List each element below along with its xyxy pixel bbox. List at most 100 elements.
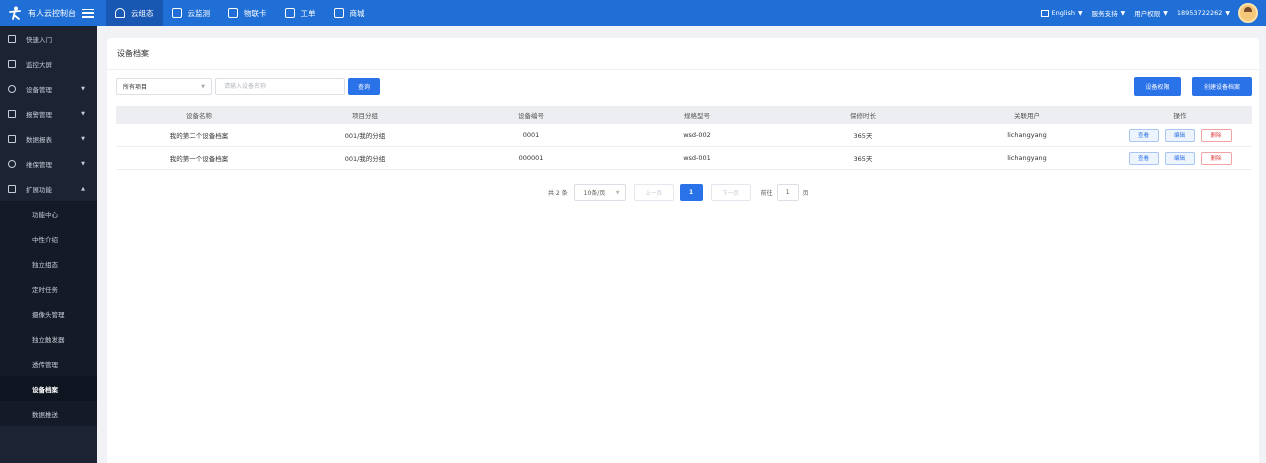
permissions-menu[interactable]: 用户权限 ▼ [1134,8,1168,19]
report-icon [8,134,16,143]
sidebar-item-maintenance[interactable]: 维保管理 ▼ [0,151,97,176]
sidebar-subitem-device-archive[interactable]: 设备档案 [0,376,97,401]
actions-cell: 查看 编辑 删除 [1108,128,1252,142]
nav-item-ticket[interactable]: 工单 [276,0,325,26]
query-button[interactable]: 查询 [348,78,380,95]
sidebar: 快速入门 监控大屏 设备管理 ▼ 报警管理 ▼ 数据报表 ▼ 维保管理 ▼ 扩展… [0,26,97,463]
device-name-search-input[interactable] [215,78,345,95]
sidebar-item-label: 快速入门 [26,35,52,44]
view-button[interactable]: 查看 [1128,151,1159,165]
nav-label: 云组态 [131,8,154,18]
nav-item-cloud-monitor[interactable]: 云监测 [163,0,220,26]
sim-card-icon [228,8,238,18]
page-number-current[interactable]: 1 [679,184,703,201]
column-header: 保修时长 [850,112,876,120]
chevron-down-icon: ▼ [81,160,85,167]
page-size-select[interactable]: 10条/页 ▼ [573,184,626,201]
home-icon [8,34,16,43]
monitor-icon [171,8,182,18]
account-menu[interactable]: 18953722262 ▼ [1177,9,1230,17]
brand[interactable]: 有人云控制台 [0,0,106,26]
column-header: 项目分组 [352,112,378,120]
top-bar: 有人云控制台 云组态 云监测 物联卡 工单 商城 English ▼ 服务支持 … [0,0,1266,26]
edit-button[interactable]: 编辑 [1164,151,1195,165]
device-archive-table: 设备名称 项目分组 设备编号 规格型号 保修时长 关联用户 操作 我的第二个设备… [116,106,1252,170]
sidebar-item-label: 设备管理 [26,85,52,94]
sidebar-item-label: 扩展功能 [26,185,52,194]
sidebar-subitem-data-push[interactable]: 数据推送 [0,401,97,426]
sidebar-subitem-camera-management[interactable]: 摄像头管理 [0,301,97,326]
cloud-icon [115,8,125,18]
avatar[interactable] [1238,3,1258,23]
user-cell: lichangyang [1007,131,1047,139]
language-label: English [1051,9,1075,17]
sidebar-item-big-screen[interactable]: 监控大屏 [0,51,97,76]
project-select-value: 所有项目 [123,84,148,91]
sidebar-subitem-neutral-intro[interactable]: 中性介绍 [0,226,97,251]
language-icon [1040,9,1049,17]
permissions-label: 用户权限 [1134,10,1161,18]
caret-down-icon: ▼ [1078,9,1083,17]
main-panel: 设备档案 所有项目 ▼ 查询 设备权限 创建设备档案 设备名称 项目分组 设备编… [107,38,1259,463]
caret-down-icon: ▼ [1225,9,1230,17]
column-header: 设备编号 [518,112,544,120]
grid-icon [8,184,16,193]
project-select[interactable]: 所有项目 ▼ [116,78,212,95]
pagination: 共 2 条 10条/页 ▼ 上一页 1 下一页 前往 1 页 [548,184,809,201]
table-row: 我的第一个设备档案 001/我的分组 000001 wsd-001 365天 l… [116,147,1252,170]
nav-label: 商城 [349,8,365,18]
sidebar-item-data-report[interactable]: 数据报表 ▼ [0,126,97,151]
edit-button[interactable]: 编辑 [1164,128,1195,142]
language-switch[interactable]: English ▼ [1040,9,1083,17]
sidebar-item-extensions[interactable]: 扩展功能 ▲ [0,176,97,201]
chevron-down-icon: ▼ [615,189,620,196]
goto-suffix: 页 [802,190,809,197]
page-title: 设备档案 [107,38,1259,70]
column-header: 设备名称 [186,112,212,120]
menu-toggle-icon[interactable] [82,8,94,18]
sidebar-subitem-scheduled-tasks[interactable]: 定时任务 [0,276,97,301]
nav-label: 云监测 [187,8,211,18]
model-cell: wsd-001 [683,154,711,162]
goto-page-input[interactable]: 1 [776,184,799,201]
chevron-up-icon: ▲ [81,185,85,192]
sidebar-item-alarm-management[interactable]: 报警管理 ▼ [0,101,97,126]
sidebar-subitem-function-center[interactable]: 功能中心 [0,201,97,226]
support-menu[interactable]: 服务支持 ▼ [1092,8,1126,19]
delete-button[interactable]: 删除 [1200,128,1232,142]
alarm-icon [8,109,16,118]
table-header: 设备名称 项目分组 设备编号 规格型号 保修时长 关联用户 操作 [116,106,1252,124]
view-button[interactable]: 查看 [1128,128,1159,142]
top-right-menu: English ▼ 服务支持 ▼ 用户权限 ▼ 18953722262 ▼ [1032,0,1258,26]
top-nav: 云组态 云监测 物联卡 工单 商城 [106,0,374,26]
sidebar-subitem-standalone-config[interactable]: 独立组态 [0,251,97,276]
sidebar-item-label: 报警管理 [26,110,52,119]
brand-name: 有人云控制台 [28,8,76,18]
column-header: 操作 [1173,112,1187,120]
actions-cell: 查看 编辑 删除 [1108,151,1252,165]
device-permissions-button[interactable]: 设备权限 [1134,77,1181,96]
nav-item-iot-card[interactable]: 物联卡 [219,0,276,26]
ticket-icon [284,8,295,18]
caret-down-icon: ▼ [1163,9,1168,17]
model-cell: wsd-002 [683,131,711,139]
sidebar-item-quick-start[interactable]: 快速入门 [0,26,97,51]
create-archive-button[interactable]: 创建设备档案 [1192,77,1252,96]
device-name-cell: 我的第一个设备档案 [169,155,229,163]
user-cell: lichangyang [1007,154,1047,162]
total-count: 共 2 条 [548,190,568,197]
nav-label: 工单 [300,8,316,18]
chevron-down-icon: ▼ [81,110,85,117]
sidebar-subitem-passthrough[interactable]: 透传管理 [0,351,97,376]
screen-icon [8,59,16,68]
sidebar-subitem-standalone-trigger[interactable]: 独立触发器 [0,326,97,351]
shield-icon [8,159,16,168]
next-page-button[interactable]: 下一页 [710,184,751,201]
warranty-cell: 365天 [853,132,873,140]
nav-item-cloud-config[interactable]: 云组态 [106,0,163,26]
sidebar-item-device-management[interactable]: 设备管理 ▼ [0,76,97,101]
nav-item-shop[interactable]: 商城 [325,0,374,26]
prev-page-button[interactable]: 上一页 [633,184,674,201]
delete-button[interactable]: 删除 [1200,151,1232,165]
column-header: 规格型号 [684,112,710,120]
